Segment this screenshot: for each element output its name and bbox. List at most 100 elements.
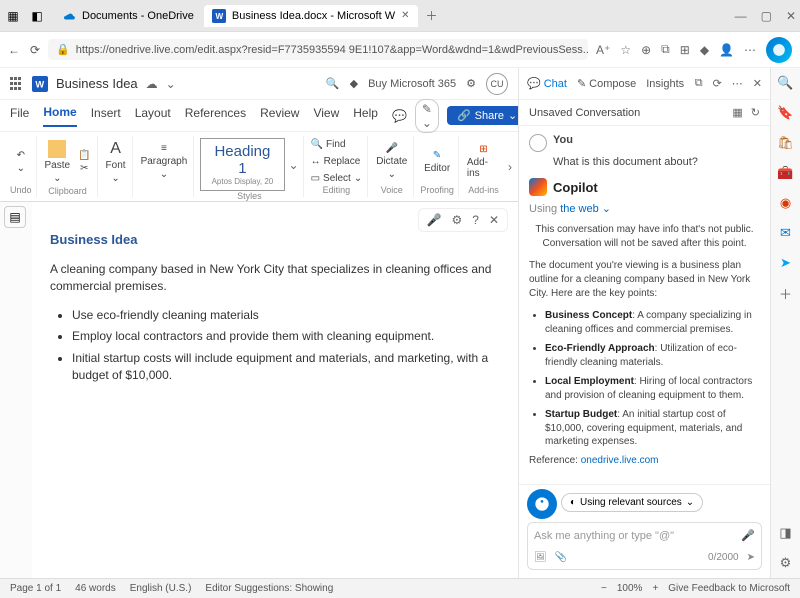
tab-actions-icon[interactable]: ▦: [4, 7, 22, 25]
clipboard-more[interactable]: 📋✂: [76, 148, 92, 176]
add-icon[interactable]: ＋: [777, 284, 795, 302]
find-button[interactable]: 🔍 Find: [310, 138, 347, 151]
zoom-level[interactable]: 100%: [617, 583, 643, 594]
dictate-button[interactable]: 🎤Dictate⌄: [374, 141, 409, 182]
tools-icon[interactable]: 🧰: [777, 164, 795, 182]
read-aloud-icon[interactable]: A⁺: [596, 43, 610, 57]
copilot-panel: 💬 Chat ✎ Compose Insights ⧉ ⟳ ⋯ ✕ Unsave…: [518, 68, 770, 578]
refresh-icon[interactable]: ⟳: [713, 77, 722, 90]
minimize-icon[interactable]: —: [735, 9, 747, 23]
close-icon[interactable]: ✕: [401, 10, 409, 21]
mic-icon[interactable]: 🎤: [741, 529, 755, 542]
paste-button[interactable]: Paste⌄: [43, 138, 73, 186]
share-button[interactable]: 🔗 Share ⌄: [447, 106, 527, 125]
copilot-tab-compose[interactable]: ✎ Compose: [577, 77, 636, 90]
avatar[interactable]: CU: [486, 73, 508, 95]
copilot-input[interactable]: Ask me anything or type "@" 🎤 🖼 📎 0/2000…: [527, 522, 762, 570]
more-icon[interactable]: ⋯: [732, 77, 743, 90]
nav-pane-icon[interactable]: ▤: [4, 206, 26, 228]
maximize-icon[interactable]: ▢: [761, 9, 772, 23]
doc-list: Use eco-friendly cleaning materials Empl…: [72, 307, 500, 384]
mic-icon[interactable]: 🎤: [427, 213, 442, 227]
style-heading1[interactable]: Heading 1 Aptos Display, 20: [200, 138, 284, 191]
statusbar: Page 1 of 1 46 words English (U.S.) Edit…: [0, 578, 800, 598]
zoom-in-icon[interactable]: +: [652, 583, 658, 594]
workspace-icon[interactable]: ◧: [28, 7, 46, 25]
history-icon[interactable]: ↻: [751, 106, 760, 119]
office-icon[interactable]: ◉: [777, 194, 795, 212]
ribbon-overflow[interactable]: ›: [508, 160, 512, 174]
help-icon[interactable]: ?: [472, 213, 479, 227]
browser-tab[interactable]: Documents - OneDrive: [54, 5, 202, 27]
chevron-down-icon[interactable]: ⌄: [602, 203, 611, 215]
menu-icon[interactable]: ⋯: [744, 43, 756, 57]
using-link[interactable]: the web: [560, 203, 599, 215]
close-icon[interactable]: ✕: [489, 213, 499, 227]
tab-home[interactable]: Home: [43, 105, 76, 127]
edit-mode-icon[interactable]: ✎ ⌄: [415, 99, 439, 133]
status-words[interactable]: 46 words: [75, 583, 116, 594]
document-canvas[interactable]: 🎤 ⚙ ? ✕ Business Idea A cleaning company…: [32, 202, 518, 578]
status-suggestions[interactable]: Editor Suggestions: Showing: [205, 583, 333, 594]
settings-icon[interactable]: ⚙: [777, 554, 795, 572]
url-input[interactable]: 🔒 https://onedrive.live.com/edit.aspx?re…: [48, 39, 588, 60]
paragraph-button[interactable]: ≡Paragraph⌄: [139, 141, 190, 182]
tab-file[interactable]: File: [10, 106, 29, 126]
comments-icon[interactable]: 💬: [392, 109, 407, 123]
tag-icon[interactable]: 🔖: [777, 104, 795, 122]
tab-review[interactable]: Review: [260, 106, 299, 126]
send-icon[interactable]: ➤: [777, 254, 795, 272]
collections-icon[interactable]: ⊕: [641, 43, 651, 57]
close-icon[interactable]: ✕: [786, 9, 796, 23]
send-icon[interactable]: ➤: [747, 552, 755, 563]
favorite-icon[interactable]: ☆: [620, 43, 631, 57]
tab-references[interactable]: References: [185, 106, 246, 126]
feedback-link[interactable]: Give Feedback to Microsoft: [668, 583, 790, 594]
browser-tab-active[interactable]: W Business Idea.docx - Microsoft W ✕: [204, 5, 418, 27]
addins-button[interactable]: ⊞Add-ins: [465, 142, 502, 181]
open-icon[interactable]: ⧉: [695, 77, 703, 90]
zoom-out-icon[interactable]: −: [601, 583, 607, 594]
select-button[interactable]: ▭ Select ⌄: [310, 172, 364, 185]
close-icon[interactable]: ✕: [753, 77, 762, 90]
image-icon[interactable]: 🖼: [534, 552, 547, 563]
doc-title[interactable]: Business Idea: [56, 76, 138, 91]
copilot-toggle-icon[interactable]: [766, 37, 792, 63]
back-icon[interactable]: ←: [8, 43, 20, 57]
status-page[interactable]: Page 1 of 1: [10, 583, 61, 594]
refresh-icon[interactable]: ⟳: [30, 43, 40, 57]
ext2-icon[interactable]: ◆: [700, 43, 709, 57]
copilot-tab-chat[interactable]: 💬 Chat: [527, 77, 567, 90]
editor-button[interactable]: ✎Editor: [422, 148, 452, 176]
search-icon[interactable]: 🔍: [777, 74, 795, 92]
outlook-icon[interactable]: ✉: [777, 224, 795, 242]
reference-link[interactable]: onedrive.live.com: [581, 455, 659, 466]
replace-button[interactable]: ↔ Replace: [310, 155, 362, 168]
tab-insert[interactable]: Insert: [91, 106, 121, 126]
split-icon[interactable]: ⧉: [661, 42, 670, 57]
copilot-using: Using the web ⌄: [529, 202, 760, 215]
app-launcher-icon[interactable]: [10, 77, 24, 91]
tab-view[interactable]: View: [313, 106, 339, 126]
buy-m365-link[interactable]: Buy Microsoft 365: [368, 78, 456, 90]
styles-more[interactable]: ⌄: [289, 158, 299, 172]
toggle-sidebar-icon[interactable]: ◨: [777, 524, 795, 542]
attach-icon[interactable]: 📎: [555, 552, 567, 563]
tab-layout[interactable]: Layout: [135, 106, 171, 126]
settings-icon[interactable]: ⚙: [466, 77, 476, 90]
status-lang[interactable]: English (U.S.): [130, 583, 192, 594]
search-icon[interactable]: 🔍: [326, 77, 340, 90]
undo-button[interactable]: ↶⌄: [15, 148, 27, 176]
copilot-fab-icon[interactable]: [527, 489, 557, 519]
new-tab-icon[interactable]: ＋: [426, 7, 438, 24]
profile-icon[interactable]: 👤: [719, 43, 734, 57]
font-button[interactable]: AFont⌄: [104, 138, 128, 186]
copilot-tab-insights[interactable]: Insights: [646, 78, 684, 90]
chevron-down-icon[interactable]: ⌄: [166, 77, 176, 91]
gear-icon[interactable]: ⚙: [451, 213, 462, 227]
shopping-icon[interactable]: 🛍: [777, 134, 795, 152]
source-selector[interactable]: ◐ Using relevant sources ⌄: [561, 493, 703, 512]
tab-help[interactable]: Help: [353, 106, 378, 126]
extensions-icon[interactable]: ⊞: [680, 43, 690, 57]
grid-icon[interactable]: ▦: [732, 106, 742, 119]
